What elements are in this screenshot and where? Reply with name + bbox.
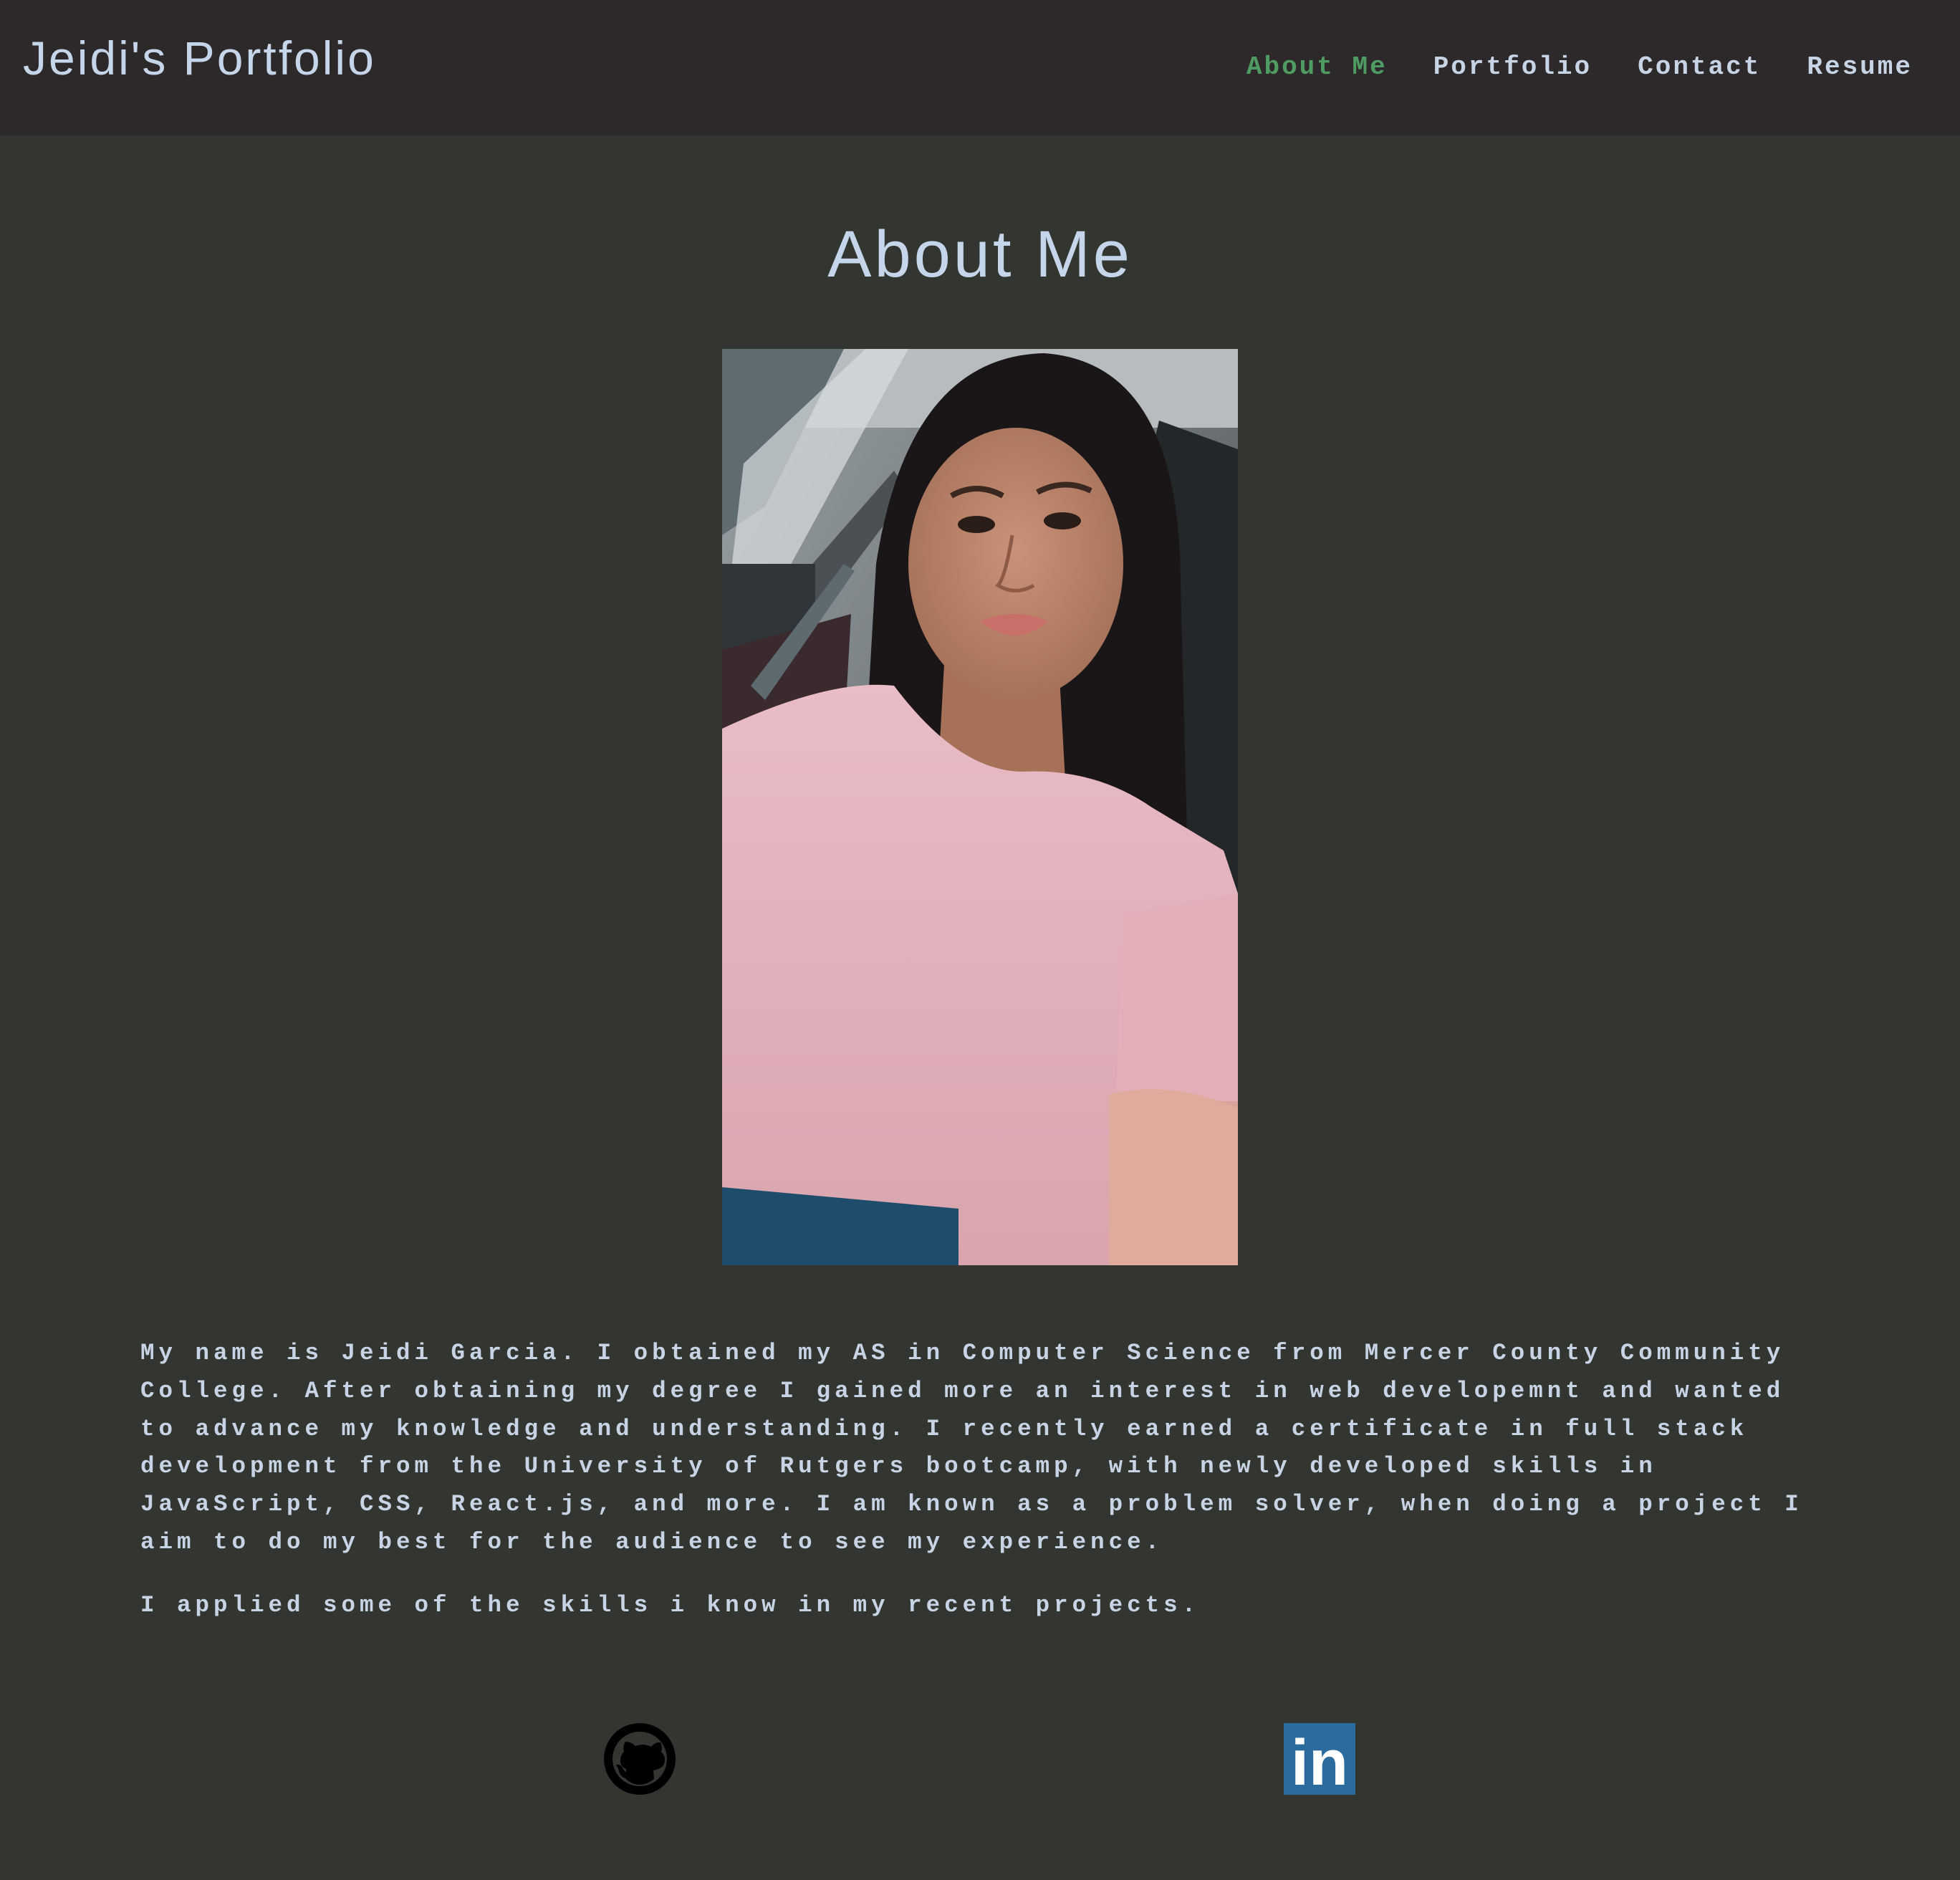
page: Jeidi's Portfolio About Me Portfolio Con… [0,0,1960,1880]
main-nav: About Me Portfolio Contact Resume [1201,47,1913,87]
linkedin-link[interactable]: in [1284,1723,1355,1799]
github-link[interactable] [604,1723,676,1795]
page-title: About Me [827,218,1133,291]
github-icon [604,1723,676,1795]
nav-contact[interactable]: Contact [1638,47,1761,87]
linkedin-icon: in [1284,1723,1355,1799]
linkedin-text: in [1291,1727,1348,1795]
nav-portfolio[interactable]: Portfolio [1433,47,1592,87]
profile-photo [722,349,1238,1265]
site-header: Jeidi's Portfolio About Me Portfolio Con… [0,0,1960,135]
bio-paragraph: My name is Jeidi Garcia. I obtained my A… [140,1340,1803,1555]
nav-resume[interactable]: Resume [1807,47,1913,87]
nav-about-me[interactable]: About Me [1246,47,1388,87]
site-brand[interactable]: Jeidi's Portfolio [23,26,376,90]
skills-paragraph: I applied some of the skills i know in m… [140,1592,1201,1618]
